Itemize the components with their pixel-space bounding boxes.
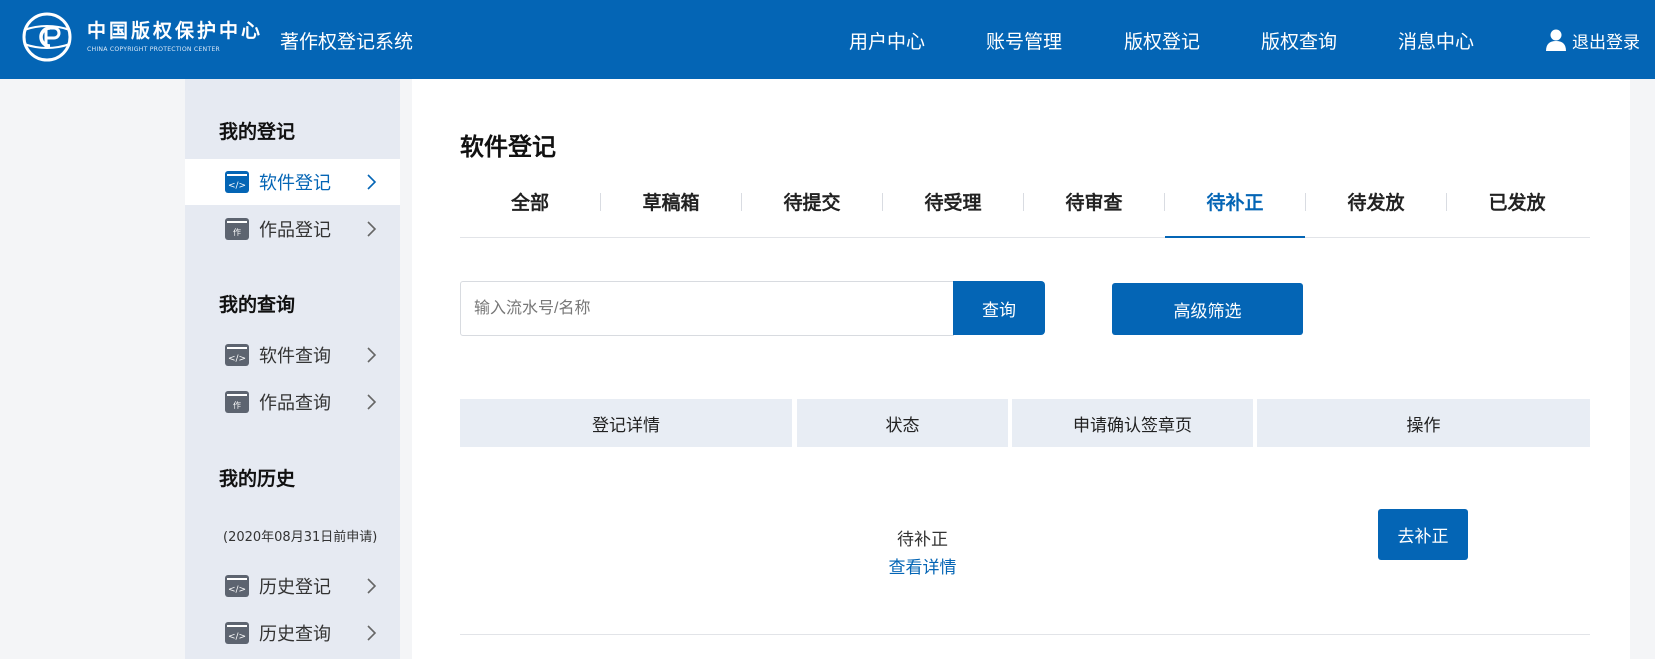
sidebar-item-label: 作品查询 (259, 393, 331, 414)
sidebar-heading-my-query: 我的查询 (219, 294, 296, 316)
sidebar-item-label: 软件登记 (259, 173, 331, 194)
tab-pending-correction[interactable]: 待补正 (1165, 180, 1305, 238)
sidebar-item-work-query[interactable]: 作 作品查询 (185, 379, 400, 425)
nav-copyright-query[interactable]: 版权查询 (1261, 27, 1337, 54)
chevron-right-icon (367, 174, 377, 190)
sidebar-item-label: 历史查询 (259, 624, 331, 645)
page-title: 软件登记 (460, 133, 556, 161)
software-code-icon: </> (225, 171, 249, 193)
search-input[interactable] (460, 281, 954, 336)
software-code-icon: </> (225, 622, 249, 644)
svg-text:</>: </> (228, 632, 246, 642)
chevron-right-icon (367, 625, 377, 641)
sidebar-item-work-registration[interactable]: 作 作品登记 (185, 206, 400, 252)
top-navigation-bar: 中国版权保护中心 CHINA COPYRIGHT PROTECTION CENT… (0, 0, 1655, 79)
svg-text:</>: </> (228, 585, 246, 595)
advanced-filter-button[interactable]: 高级筛选 (1112, 283, 1303, 335)
chevron-right-icon (367, 578, 377, 594)
correct-button[interactable]: 去补正 (1378, 509, 1468, 560)
work-document-icon: 作 (225, 218, 249, 240)
table-header-signature-page: 申请确认签章页 (1012, 399, 1253, 447)
sidebar-item-label: 软件查询 (259, 346, 331, 367)
table-header-actions: 操作 (1257, 399, 1590, 447)
view-details-link[interactable]: 查看详情 (876, 553, 969, 578)
nav-account-management[interactable]: 账号管理 (986, 27, 1062, 54)
row-divider (460, 634, 1590, 635)
nav-message-center[interactable]: 消息中心 (1398, 27, 1474, 54)
tab-pending-submit[interactable]: 待提交 (742, 180, 882, 238)
organization-name: 中国版权保护中心 CHINA COPYRIGHT PROTECTION CENT… (87, 16, 263, 53)
sidebar-heading-my-history: 我的历史 (219, 468, 296, 490)
row-status: 待补正 (897, 530, 948, 550)
table-header-status: 状态 (797, 399, 1008, 447)
sidebar-item-software-registration[interactable]: </> 软件登记 (185, 159, 400, 205)
tab-pending-review[interactable]: 待审查 (1024, 180, 1164, 238)
main-content: 软件登记 全部 草稿箱 待提交 待受理 待审查 待补正 待发放 已发放 查询 高… (412, 79, 1630, 659)
tab-issued[interactable]: 已发放 (1447, 180, 1587, 238)
search-button[interactable]: 查询 (953, 281, 1045, 335)
organization-name-cn: 中国版权保护中心 (87, 20, 264, 42)
logout-label: 退出登录 (1572, 32, 1640, 53)
sidebar: 我的登记 </> 软件登记 作 作品登记 我的查询 </> 软件查询 作 作品查… (185, 79, 400, 659)
sidebar-heading-my-registration: 我的登记 (219, 121, 296, 143)
logout-button[interactable]: 退出登录 (1545, 27, 1640, 53)
sidebar-item-label: 作品登记 (259, 220, 331, 241)
svg-text:</>: </> (228, 181, 246, 191)
sidebar-item-history-query[interactable]: </> 历史查询 (185, 610, 400, 656)
chevron-right-icon (367, 347, 377, 363)
nav-copyright-registration[interactable]: 版权登记 (1124, 27, 1200, 54)
tab-pending-issue[interactable]: 待发放 (1306, 180, 1446, 238)
user-icon (1546, 29, 1566, 51)
table-header-registration-details: 登记详情 (460, 399, 792, 447)
chevron-right-icon (367, 394, 377, 410)
tab-all[interactable]: 全部 (460, 180, 600, 238)
tab-pending-acceptance[interactable]: 待受理 (883, 180, 1023, 238)
sidebar-item-software-query[interactable]: </> 软件查询 (185, 332, 400, 378)
system-name: 著作权登记系统 (280, 31, 414, 53)
sidebar-item-history-registration[interactable]: </> 历史登记 (185, 563, 400, 609)
sidebar-history-note: (2020年08月31日前申请) (223, 530, 378, 545)
svg-text:作: 作 (233, 400, 241, 410)
cpcc-logo (22, 12, 72, 62)
organization-name-en: CHINA COPYRIGHT PROTECTION CENTER (87, 46, 220, 53)
work-document-icon: 作 (225, 391, 249, 413)
svg-text:作: 作 (233, 227, 241, 237)
sidebar-item-label: 历史登记 (259, 577, 331, 598)
chevron-right-icon (367, 221, 377, 237)
tab-drafts[interactable]: 草稿箱 (601, 180, 741, 238)
svg-text:</>: </> (228, 354, 246, 364)
nav-user-center[interactable]: 用户中心 (849, 27, 925, 54)
status-tabs: 全部 草稿箱 待提交 待受理 待审查 待补正 待发放 已发放 (460, 180, 1590, 238)
software-code-icon: </> (225, 575, 249, 597)
software-code-icon: </> (225, 344, 249, 366)
